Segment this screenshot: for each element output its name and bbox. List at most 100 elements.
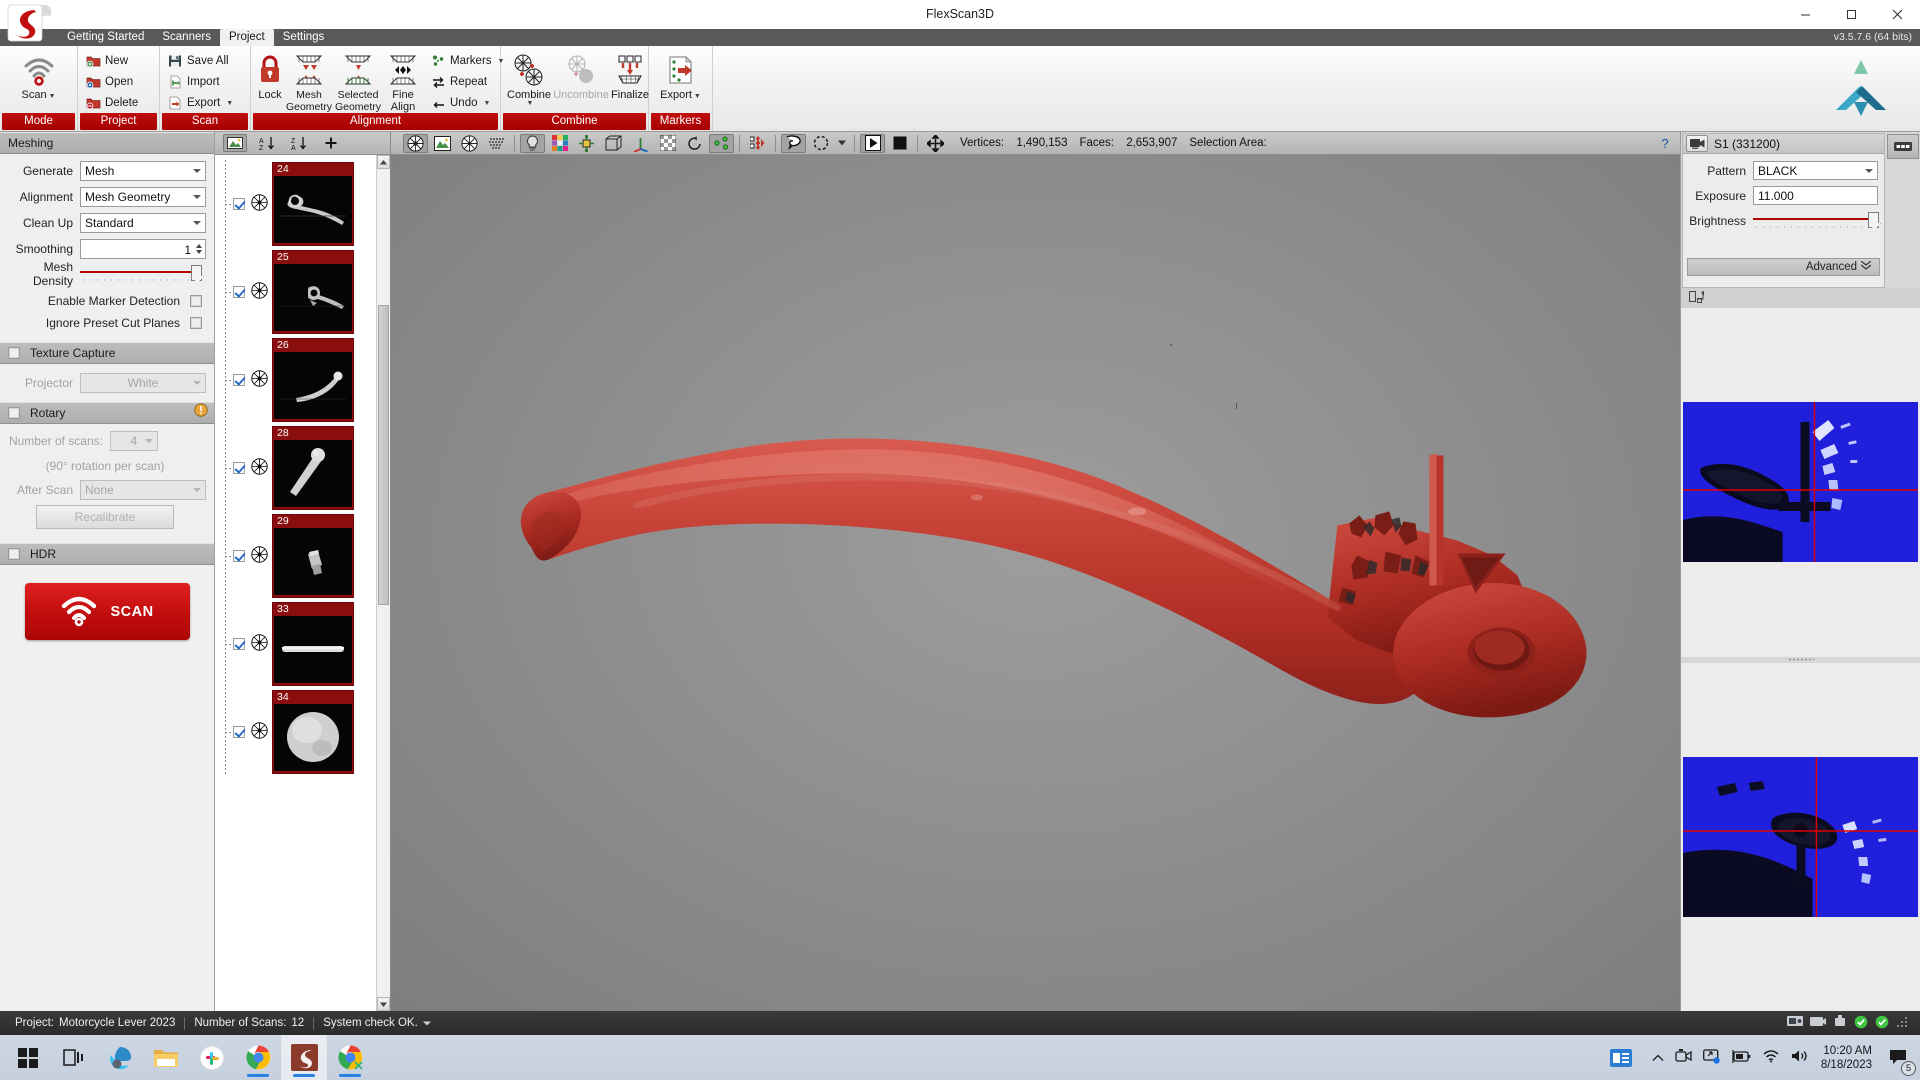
scan-item-checkbox[interactable] — [233, 550, 245, 562]
slider-knob[interactable] — [190, 265, 202, 281]
scan-button[interactable]: SCAN — [24, 583, 190, 640]
stepper-up-icon[interactable] — [196, 244, 202, 248]
thumbnail-view-button[interactable] — [223, 134, 247, 152]
panel-options-button[interactable] — [1887, 134, 1919, 159]
light-bulb-icon[interactable] — [520, 133, 545, 153]
wireframe-icon[interactable] — [457, 134, 482, 153]
hdr-section-header[interactable]: HDR — [0, 543, 214, 565]
scan-thumbnail-card[interactable]: 25 — [272, 250, 354, 334]
sort-ascending-button[interactable]: AZ — [255, 134, 279, 152]
notification-center-button[interactable]: 5 — [1882, 1035, 1916, 1080]
taskbar-clock[interactable]: 10:20 AM 8/18/2023 — [1817, 1044, 1882, 1072]
usb-status-icon[interactable] — [1833, 1015, 1847, 1031]
chrome-icon[interactable] — [235, 1035, 281, 1080]
tab-settings[interactable]: Settings — [274, 29, 334, 46]
tab-scanners[interactable]: Scanners — [153, 29, 220, 46]
add-scan-button[interactable] — [319, 134, 343, 152]
slider-knob[interactable] — [1868, 212, 1879, 228]
play-icon[interactable] — [860, 133, 885, 153]
minimize-button[interactable] — [1782, 0, 1828, 29]
export-scan-button[interactable]: Export ▼ — [164, 93, 239, 113]
stop-icon[interactable] — [887, 134, 912, 153]
scanner-status-icon[interactable] — [1787, 1015, 1803, 1031]
scroll-down-button[interactable] — [377, 997, 390, 1011]
projector-status-icon[interactable] — [1810, 1015, 1826, 1031]
clipping-icon[interactable] — [745, 134, 770, 153]
scan-list-item[interactable]: 26 — [215, 336, 376, 424]
markers-icon[interactable] — [709, 133, 734, 153]
cleanup-select[interactable]: Standard — [80, 213, 206, 233]
scan-item-checkbox[interactable] — [233, 726, 245, 738]
pan-move-icon[interactable] — [923, 134, 948, 153]
screen-share-icon[interactable] — [1702, 1048, 1720, 1067]
meshing-section-header[interactable]: Meshing — [0, 132, 214, 154]
3d-viewport[interactable] — [391, 155, 1680, 1011]
lock-button[interactable]: Lock — [255, 49, 285, 101]
scan-thumbnail-card[interactable]: 33 — [272, 602, 354, 686]
resize-grip-icon[interactable] — [1896, 1016, 1908, 1031]
wifi-icon[interactable] — [1762, 1049, 1780, 1066]
textured-mesh-icon[interactable] — [430, 134, 455, 153]
edge-icon[interactable] — [97, 1035, 143, 1080]
camera-layout-icon[interactable] — [1689, 290, 1706, 306]
scroll-up-button[interactable] — [377, 155, 390, 169]
mesh-density-slider[interactable] — [80, 265, 206, 283]
checkerboard-icon[interactable] — [655, 134, 680, 153]
alignment-select[interactable]: Mesh Geometry — [80, 187, 206, 207]
lasso-select-icon[interactable] — [781, 133, 806, 153]
scan-item-checkbox[interactable] — [233, 638, 245, 650]
brightness-slider[interactable] — [1753, 212, 1879, 230]
reset-rotation-icon[interactable] — [682, 134, 707, 153]
ignore-preset-cut-planes-checkbox[interactable] — [190, 317, 202, 329]
scan-thumbnail-card[interactable]: 28 — [272, 426, 354, 510]
open-button[interactable]: Open — [82, 72, 144, 92]
scan-list-scrollbar[interactable] — [376, 155, 390, 1011]
generate-select[interactable]: Mesh — [80, 161, 206, 181]
rotary-section-header[interactable]: Rotary — [0, 402, 214, 424]
scan-list-item[interactable]: 25 — [215, 248, 376, 336]
scan-item-checkbox[interactable] — [233, 198, 245, 210]
scan-list-item[interactable]: 28 — [215, 424, 376, 512]
enable-marker-detection-checkbox[interactable] — [190, 295, 202, 307]
scan-item-checkbox[interactable] — [233, 286, 245, 298]
stepper-down-icon[interactable] — [196, 250, 202, 254]
combine-button[interactable]: Combine ▼ — [505, 49, 553, 107]
fine-align-button[interactable]: Fine Align — [383, 49, 423, 113]
show-hidden-icons-icon[interactable] — [1652, 1051, 1664, 1065]
file-explorer-icon[interactable] — [143, 1035, 189, 1080]
help-button[interactable]: ? — [1654, 136, 1676, 151]
scan-list-item[interactable]: 33 — [215, 600, 376, 688]
task-view-icon[interactable] — [51, 1035, 97, 1080]
exposure-input[interactable]: 11.000 — [1753, 186, 1878, 205]
new-button[interactable]: New — [82, 51, 144, 71]
circle-select-icon[interactable] — [808, 134, 833, 153]
bounding-box-icon[interactable] — [601, 134, 626, 153]
camera-icon[interactable] — [1686, 135, 1708, 152]
warning-icon[interactable] — [194, 402, 208, 424]
camera-tray-icon[interactable] — [1675, 1049, 1692, 1066]
axis-gizmo-icon[interactable] — [574, 134, 599, 153]
scrollbar-thumb[interactable] — [378, 305, 389, 605]
advanced-button[interactable]: Advanced — [1687, 258, 1880, 276]
sort-descending-button[interactable]: ZA — [287, 134, 311, 152]
scan-item-checkbox[interactable] — [233, 462, 245, 474]
hdr-checkbox[interactable] — [8, 548, 20, 560]
undo-button[interactable]: Undo ▼ — [427, 93, 510, 113]
pattern-select[interactable]: BLACK — [1753, 161, 1878, 180]
selected-geometry-button[interactable]: Selected Geometry — [333, 49, 383, 113]
chrome-icon-2[interactable] — [327, 1035, 373, 1080]
smoothing-stepper[interactable]: 1 — [80, 239, 206, 259]
markers-align-button[interactable]: Markers ▼ — [427, 51, 510, 71]
scan-list-item[interactable]: 24 — [215, 160, 376, 248]
scan-list-item[interactable]: 29 — [215, 512, 376, 600]
select-mode-dropdown[interactable] — [835, 134, 849, 153]
flexscan3d-icon[interactable] — [281, 1035, 327, 1080]
texture-capture-section-header[interactable]: Texture Capture — [0, 342, 214, 364]
battery-icon[interactable] — [1731, 1049, 1751, 1066]
scan-mode-button[interactable]: Scan ▼ — [9, 49, 69, 103]
news-widget-icon[interactable] — [1598, 1035, 1644, 1080]
scan-thumbnail-card[interactable]: 26 — [272, 338, 354, 422]
save-all-button[interactable]: Save All — [164, 51, 239, 71]
rotary-checkbox[interactable] — [8, 407, 20, 419]
status-system-check[interactable]: System check OK. — [314, 1017, 440, 1029]
